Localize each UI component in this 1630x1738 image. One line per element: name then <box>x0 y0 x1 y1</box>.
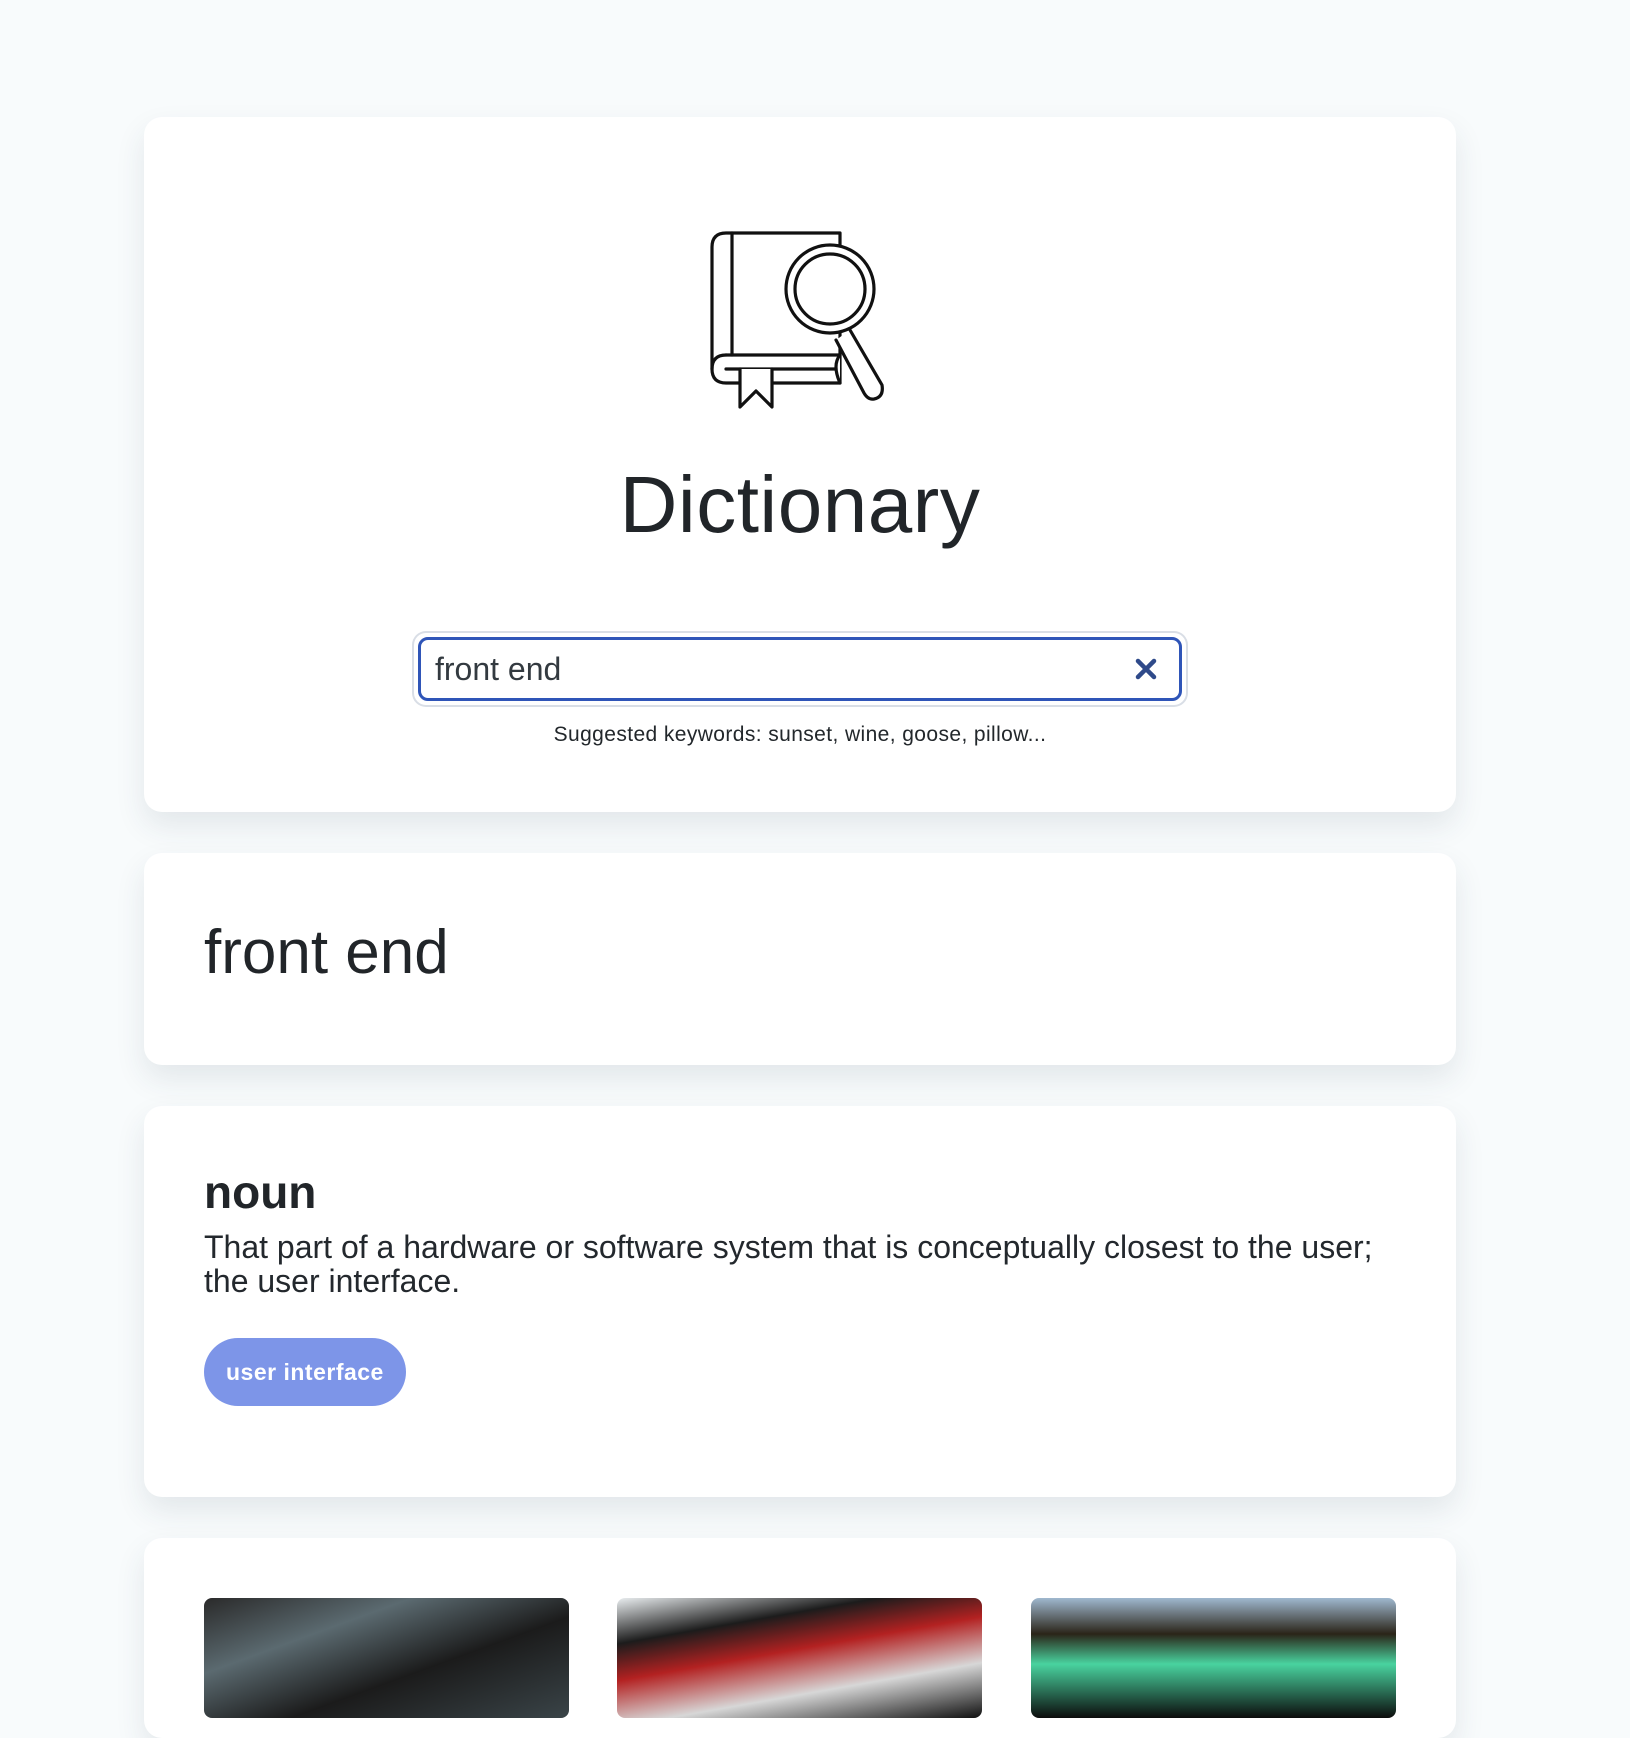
app-title: Dictionary <box>619 460 981 549</box>
clear-search-button[interactable] <box>1128 651 1164 687</box>
part-of-speech: noun <box>204 1166 317 1218</box>
photos-card <box>144 1538 1456 1738</box>
photo-thumbnail[interactable] <box>617 1598 982 1718</box>
suggested-keywords: Suggested keywords: sunset, wine, goose,… <box>553 723 1047 746</box>
search-box <box>414 633 1186 705</box>
photo-thumbnail[interactable] <box>1031 1598 1396 1718</box>
close-icon <box>1135 658 1157 680</box>
photo-thumbnail[interactable] <box>204 1598 569 1718</box>
definition-text: That part of a hardware or software syst… <box>204 1229 1373 1299</box>
book-magnifier-icon <box>710 231 884 409</box>
synonym-badge[interactable]: user interface <box>204 1338 406 1406</box>
search-input[interactable] <box>418 637 1182 701</box>
word-card: front end <box>144 853 1456 1065</box>
meaning-card: noun That part of a hardware or software… <box>144 1106 1456 1497</box>
result-word: front end <box>204 918 449 987</box>
search-header-card: Dictionary Suggested keywords: sunset, w… <box>144 117 1456 812</box>
